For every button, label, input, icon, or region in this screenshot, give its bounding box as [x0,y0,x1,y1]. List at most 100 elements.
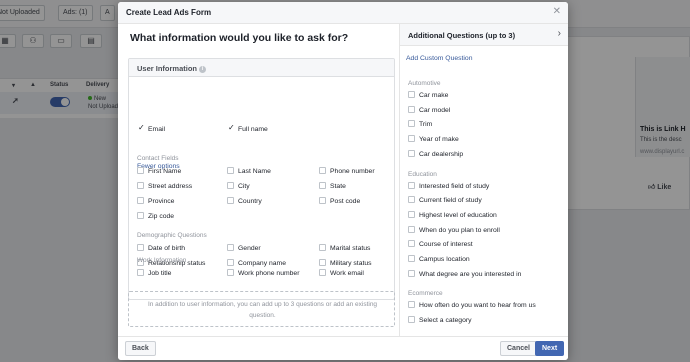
user-information-label: User Information [137,64,198,73]
checkbox-military-status[interactable]: Military status [319,259,372,268]
checkbox-full-name[interactable]: Full name [227,123,268,134]
checkbox-zip-code[interactable]: Zip code [137,212,174,221]
additional-questions-panel: Additional Questions (up to 3) › Add Cus… [399,24,568,336]
checkbox-label: Last Name [238,168,271,175]
checkbox-label: Highest level of education [419,211,497,219]
back-button[interactable]: Back [125,341,156,356]
checkbox-label: Province [148,198,175,205]
checkbox-box [408,301,415,309]
checkbox-course-of-interest[interactable]: Course of interest [408,240,473,249]
checkbox-car-dealership[interactable]: Car dealership [408,149,464,159]
checkbox-what-degree-are-you-interested-in[interactable]: What degree are you interested in [408,269,521,279]
checkbox-label: Military status [330,260,372,267]
checkbox-box [137,212,144,219]
checkbox-box [408,225,415,233]
checkbox-date-of-birth[interactable]: Date of birth [137,244,185,253]
checkbox-label: Select a category [419,317,472,325]
checkbox-highest-level-of-education[interactable]: Highest level of education [408,210,497,220]
checkbox-box [408,149,415,157]
checkbox-label: Gender [238,245,261,252]
close-icon[interactable]: ✕ [553,6,561,17]
checkbox-car-model[interactable]: Car model [408,105,451,115]
checkbox-country[interactable]: Country [227,197,262,206]
checkbox-box [319,182,326,189]
checkbox-label: Marital status [330,245,371,252]
checkbox-label: Interested field of study [419,182,490,190]
checkbox-label: Company name [238,260,286,267]
checkbox-job-title[interactable]: Job title [137,269,171,278]
checkbox-interested-field-of-study[interactable]: Interested field of study [408,181,490,191]
work-information-label: Work Information [137,257,187,264]
checkbox-province[interactable]: Province [137,197,174,206]
info-icon[interactable]: i [199,65,207,73]
checkbox-label: City [238,183,250,190]
user-information-title: User Information i [137,64,207,73]
add-custom-question-link[interactable]: Add Custom Question [406,55,473,62]
checkmark-icon [137,123,145,132]
checkbox-label: Course of interest [419,241,473,249]
next-button[interactable]: Next [535,341,565,356]
additional-questions-header[interactable]: Additional Questions (up to 3) › [400,24,568,46]
checkbox-post-code[interactable]: Post code [319,197,360,206]
checkbox-how-often-do-you-want-to-hear-from-us[interactable]: How often do you want to hear from us [408,301,536,310]
checkbox-phone-number[interactable]: Phone number [319,167,375,176]
checkbox-label: First Name [148,168,182,175]
checkbox-box [408,181,415,189]
checkbox-box [319,197,326,204]
checkmark-icon [227,123,235,132]
checkbox-state[interactable]: State [319,182,346,191]
checkbox-label: Trim [419,121,433,129]
modal-header: Create Lead Ads Form ✕ [118,2,568,24]
checkbox-select-a-category[interactable]: Select a category [408,316,472,325]
ecommerce-section-label: Ecommerce [408,290,443,298]
checkbox-box [408,105,415,113]
checkbox-company-name[interactable]: Company name [227,259,286,268]
hint-text: In addition to user information, you can… [147,301,378,319]
checkbox-current-field-of-study[interactable]: Current field of study [408,196,482,205]
checkbox-label: Work phone number [238,270,300,277]
checkbox-email[interactable]: Email [137,123,165,134]
checkbox-label: Email [148,126,165,133]
user-info-panel: What information would you like to ask f… [118,24,399,336]
checkbox-box [137,244,144,251]
education-section-label: Education [408,170,437,178]
checkbox-box [227,197,234,204]
checkbox-work-email[interactable]: Work email [319,269,364,278]
checkbox-box [408,210,415,218]
checkbox-box [227,269,234,276]
checkbox-label: Work email [330,270,364,277]
checkbox-label: Street address [148,183,193,190]
user-information-box: User Informationi Email Full name Fewer … [128,58,395,300]
checkbox-label: Year of make [419,136,459,144]
checkbox-label: Country [238,198,262,205]
checkbox-box [408,316,415,324]
checkbox-first-name[interactable]: First Name [137,167,181,176]
modal-title: Create Lead Ads Form [126,8,212,17]
checkbox-street-address[interactable]: Street address [137,182,192,191]
checkbox-last-name[interactable]: Last Name [227,167,271,176]
checkbox-when-do-you-plan-to-enroll[interactable]: When do you plan to enroll [408,225,500,235]
chevron-right-icon[interactable]: › [558,28,561,39]
checkbox-box [408,240,415,248]
page-title: What information would you like to ask f… [130,32,349,44]
checkbox-city[interactable]: City [227,182,250,191]
checkbox-label: Job title [148,270,172,277]
checkbox-box [408,135,415,143]
checkbox-box [408,255,415,262]
checkbox-year-of-make[interactable]: Year of make [408,135,459,144]
checkbox-label: Phone number [330,168,375,175]
checkbox-label: Date of birth [148,245,186,252]
checkbox-box [137,167,144,174]
checkbox-trim[interactable]: Trim [408,120,432,129]
checkbox-gender[interactable]: Gender [227,244,261,253]
cancel-button[interactable]: Cancel [500,341,537,356]
automotive-section-label: Automotive [408,80,441,87]
checkbox-label: Car model [419,106,451,114]
checkbox-campus-location[interactable]: Campus location [408,255,470,264]
checkbox-label: Car dealership [419,150,464,158]
checkbox-work-phone-number[interactable]: Work phone number [227,269,299,278]
checkbox-box [408,269,415,277]
checkbox-marital-status[interactable]: Marital status [319,244,370,253]
checkbox-label: Car make [419,92,449,99]
checkbox-car-make[interactable]: Car make [408,91,448,100]
